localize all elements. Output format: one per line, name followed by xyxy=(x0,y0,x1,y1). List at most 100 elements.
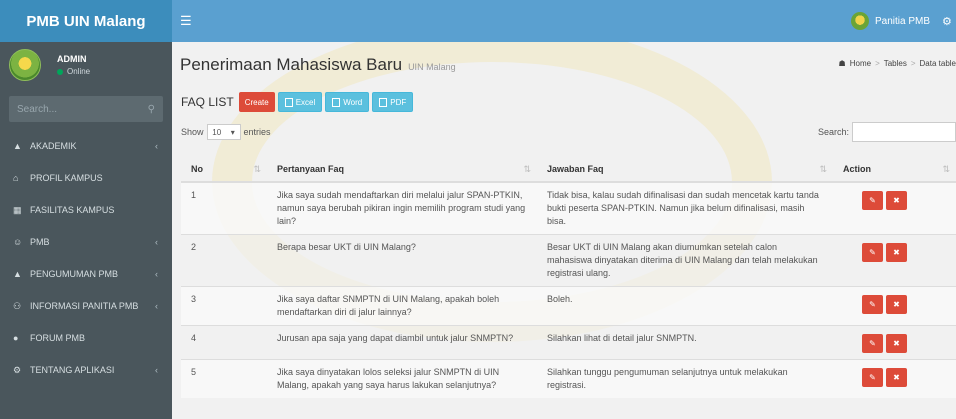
home-icon: ☗ xyxy=(838,59,846,68)
sidebar-item-profil-kampus[interactable]: ⌂ PROFIL KAMPUS xyxy=(0,162,172,194)
cell-answer: Silahkan tunggu pengumuman selanjutnya u… xyxy=(537,359,833,398)
cell-no: 4 xyxy=(181,325,267,360)
sort-icon: ⇅ xyxy=(819,164,827,174)
sidebar-item-label: PROFIL KAMPUS xyxy=(30,173,103,183)
edit-button[interactable]: ✎ xyxy=(862,368,883,387)
cell-question: Berapa besar UKT di UIN Malang? xyxy=(267,234,537,287)
chevron-left-icon: ‹ xyxy=(155,237,158,247)
column-header-answer[interactable]: Jawaban Faq ⇅ xyxy=(537,157,833,183)
table-search-input[interactable] xyxy=(852,122,956,142)
cell-action: ✎ ✖ xyxy=(833,325,956,360)
excel-button[interactable]: Excel xyxy=(277,92,323,112)
content-header: Penerimaan Mahasiswa Baru UIN Malang ☗ H… xyxy=(172,42,956,87)
sidebar-search-input[interactable]: Search... xyxy=(17,104,148,115)
delete-button[interactable]: ✖ xyxy=(886,334,907,353)
cell-no: 1 xyxy=(181,181,267,235)
faq-box: FAQ LIST Create Excel Word PDF Show 10 ▾ … xyxy=(178,87,956,419)
gear-icon[interactable]: ⚙ xyxy=(942,15,956,28)
users-icon: ☺ xyxy=(13,237,23,247)
cell-question: Jika saya dinyatakan lolos seleksi jalur… xyxy=(267,359,537,398)
box-header: FAQ LIST Create Excel Word PDF xyxy=(178,87,956,117)
caret-down-icon: ▾ xyxy=(230,127,235,137)
column-header-no[interactable]: No ⇅ xyxy=(181,157,267,183)
show-label: Show xyxy=(181,127,204,137)
delete-button[interactable]: ✖ xyxy=(886,368,907,387)
user-menu[interactable]: Panitia PMB xyxy=(875,16,930,27)
delete-button[interactable]: ✖ xyxy=(886,243,907,262)
brand-logo[interactable]: PMB UIN Malang xyxy=(0,0,172,42)
table-controls: Show 10 ▾ entries Search: xyxy=(178,117,956,147)
breadcrumb-current: Data tables xyxy=(919,59,956,68)
user-name: ADMIN xyxy=(57,54,87,64)
search-icon[interactable]: ⚲ xyxy=(148,104,155,115)
column-header-question[interactable]: Pertanyaan Faq ⇅ xyxy=(267,157,537,183)
sidebar-item-fasilitas-kampus[interactable]: ▦ FASILITAS KAMPUS xyxy=(0,194,172,226)
create-button[interactable]: Create xyxy=(238,92,275,112)
table-row: 3 Jika saya daftar SNMPTN di UIN Malang, … xyxy=(181,286,956,326)
cell-question: Jika saya daftar SNMPTN di UIN Malang, a… xyxy=(267,286,537,326)
file-icon xyxy=(284,97,293,107)
page-subtitle: UIN Malang xyxy=(408,61,456,72)
sidebar-search[interactable]: Search... ⚲ xyxy=(9,96,163,122)
comments-icon: ● xyxy=(13,333,19,343)
breadcrumb-home[interactable]: Home xyxy=(850,59,871,68)
file-icon xyxy=(332,97,341,107)
delete-button[interactable]: ✖ xyxy=(886,191,907,210)
breadcrumb-tables[interactable]: Tables xyxy=(884,59,907,68)
pdf-button[interactable]: PDF xyxy=(372,92,414,112)
sidebar-item-label: PENGUMUMAN PMB xyxy=(30,269,119,279)
sidebar-item-label: FORUM PMB xyxy=(30,333,85,343)
box-title: FAQ LIST xyxy=(181,95,234,109)
chevron-left-icon: ‹ xyxy=(155,365,158,375)
top-navbar: ☰ Panitia PMB ⚙ xyxy=(172,0,956,42)
sidebar-item-informasi-panitia-pmb[interactable]: ⚇ INFORMASI PANITIA PMB ‹ xyxy=(0,290,172,322)
sidebar-item-pengumuman-pmb[interactable]: ▲ PENGUMUMAN PMB ‹ xyxy=(0,258,172,290)
chevron-left-icon: ‹ xyxy=(155,301,158,311)
cell-no: 3 xyxy=(181,286,267,326)
sidebar-item-tentang-aplikasi[interactable]: ⚙ TENTANG APLIKASI ‹ xyxy=(0,354,172,386)
gear-icon: ⚙ xyxy=(13,364,22,375)
brand-text: PMB UIN Malang xyxy=(26,12,146,30)
home-icon: ⌂ xyxy=(13,173,19,183)
edit-button[interactable]: ✎ xyxy=(862,295,883,314)
table-row: 2 Berapa besar UKT di UIN Malang? Besar UK… xyxy=(181,234,956,287)
avatar xyxy=(9,49,41,81)
sidebar-item-forum-pmb[interactable]: ● FORUM PMB xyxy=(0,322,172,354)
edit-button[interactable]: ✎ xyxy=(862,191,883,210)
bars-icon[interactable]: ☰ xyxy=(180,13,192,29)
cell-question: Jika saya sudah mendaftarkan diri melalu… xyxy=(267,181,537,235)
cell-action: ✎ ✖ xyxy=(833,359,956,398)
group-icon: ⚇ xyxy=(13,300,22,311)
sidebar-item-label: INFORMASI PANITIA PMB xyxy=(30,301,139,311)
sidebar-item-label: AKADEMIK xyxy=(30,141,77,151)
page-size-select[interactable]: 10 ▾ xyxy=(206,124,241,140)
sidebar-item-pmb[interactable]: ☺ PMB ‹ xyxy=(0,226,172,258)
table-search-label: Search: xyxy=(817,127,849,137)
chevron-left-icon: ‹ xyxy=(155,269,158,279)
sidebar-item-label: FASILITAS KAMPUS xyxy=(30,205,115,215)
sort-icon: ⇅ xyxy=(523,164,531,174)
edit-button[interactable]: ✎ xyxy=(862,334,883,353)
column-header-action[interactable]: Action ⇅ xyxy=(833,157,956,183)
user-status: Online xyxy=(57,67,90,76)
building-icon: ▦ xyxy=(13,204,22,215)
breadcrumb: ☗ Home > Tables > Data tables xyxy=(839,59,956,68)
cell-answer: Besar UKT di UIN Malang akan diumumkan s… xyxy=(537,234,833,287)
table-row: 4 Jurusan apa saja yang dapat diambil unt… xyxy=(181,325,956,360)
user-avatar-small[interactable] xyxy=(850,12,869,30)
edit-button[interactable]: ✎ xyxy=(862,243,883,262)
table-row: 5 Jika saya dinyatakan lolos seleksi jalu… xyxy=(181,359,956,398)
cell-action: ✎ ✖ xyxy=(833,181,956,235)
sidebar: ADMIN Online Search... ⚲ ▲ AKADEMIK ‹ ⌂ PROF… xyxy=(0,42,172,419)
cell-question: Jurusan apa saja yang dapat diambil untu… xyxy=(267,325,537,360)
sidebar-item-akademik[interactable]: ▲ AKADEMIK ‹ xyxy=(0,130,172,162)
cell-no: 2 xyxy=(181,234,267,287)
cell-action: ✎ ✖ xyxy=(833,286,956,326)
sidebar-item-label: TENTANG APLIKASI xyxy=(30,365,115,375)
word-button[interactable]: Word xyxy=(325,92,370,112)
online-dot-icon xyxy=(57,68,63,75)
delete-button[interactable]: ✖ xyxy=(886,295,907,314)
bank-icon: ▲ xyxy=(13,269,22,279)
faq-table: No ⇅ Pertanyaan Faq ⇅ Jawaban Faq ⇅ Action ⇅… xyxy=(181,157,956,398)
content-area: Penerimaan Mahasiswa Baru UIN Malang ☗ H… xyxy=(172,42,956,419)
